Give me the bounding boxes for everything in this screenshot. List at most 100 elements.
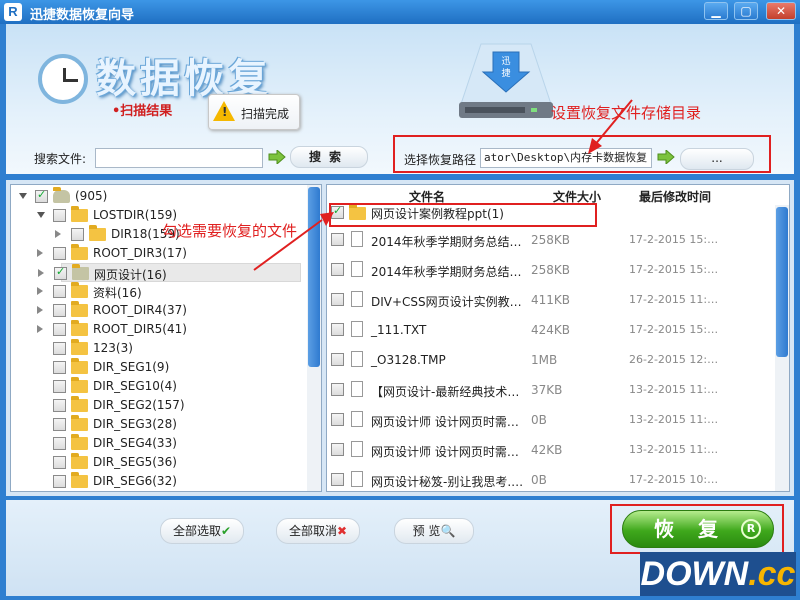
folder-icon bbox=[71, 377, 88, 393]
tree-item-label: 资料(16) bbox=[93, 286, 142, 300]
file-row[interactable]: 2014年秋季学期财务总结… 258KB 17-2-2015 15:… bbox=[327, 225, 775, 255]
expand-arrow-icon[interactable] bbox=[37, 249, 43, 257]
tree-item[interactable]: (905) bbox=[11, 187, 307, 206]
folder-icon bbox=[71, 358, 88, 374]
tree-item-checkbox[interactable] bbox=[53, 323, 66, 336]
file-name: 2014年秋季学期财务总结… bbox=[371, 235, 522, 249]
tree-item-checkbox[interactable] bbox=[53, 361, 66, 374]
file-row[interactable]: 【网页设计-最新经典技术… 37KB 13-2-2015 11:… bbox=[327, 375, 775, 405]
tree-item[interactable]: DIR_SEG2(157) bbox=[11, 396, 307, 415]
folder-icon bbox=[71, 206, 88, 222]
tree-item-checkbox[interactable] bbox=[71, 228, 84, 241]
tree-item-checkbox[interactable] bbox=[53, 304, 66, 317]
document-icon bbox=[351, 441, 363, 457]
watermark-logo: DOWN.cc bbox=[640, 552, 796, 596]
cross-icon: ✖ bbox=[336, 524, 348, 538]
deselect-all-button[interactable]: 全部取消✖ bbox=[276, 518, 360, 544]
tree-item-checkbox[interactable] bbox=[35, 188, 48, 203]
tree-item-checkbox[interactable] bbox=[53, 475, 66, 488]
file-row[interactable]: 网页设计秘笈-别让我思考.… 0B 17-2-2015 10:… bbox=[327, 465, 775, 491]
tree-item[interactable]: DIR_SEG1(9) bbox=[11, 358, 307, 377]
folder-icon bbox=[89, 225, 106, 241]
document-icon bbox=[351, 231, 363, 247]
title-bar[interactable]: R 迅捷数据恢复向导 ▁ ▢ ✕ bbox=[0, 0, 800, 24]
file-name: 网页设计秘笈-别让我思考.… bbox=[371, 475, 524, 489]
file-name: _O3128.TMP bbox=[371, 353, 446, 367]
file-checkbox[interactable] bbox=[331, 473, 344, 486]
tree-item-checkbox[interactable] bbox=[53, 285, 66, 298]
expand-arrow-icon[interactable] bbox=[37, 325, 43, 333]
file-size: 411KB bbox=[531, 293, 571, 307]
tree-item-checkbox[interactable] bbox=[53, 456, 66, 469]
folder-icon bbox=[71, 415, 88, 431]
file-date: 13-2-2015 11:… bbox=[629, 413, 719, 426]
tree-item-checkbox[interactable] bbox=[53, 247, 66, 260]
tree-item-label: ROOT_DIR4(37) bbox=[93, 303, 187, 317]
window-title: 迅捷数据恢复向导 bbox=[30, 8, 135, 23]
file-row[interactable]: _111.TXT 424KB 17-2-2015 15:… bbox=[327, 315, 775, 345]
file-date: 17-2-2015 11:… bbox=[629, 293, 719, 306]
tree-item-checkbox[interactable] bbox=[53, 342, 66, 355]
svg-text:迅: 迅 bbox=[501, 56, 510, 67]
browse-button[interactable]: ... bbox=[680, 148, 754, 170]
file-date: 17-2-2015 15:… bbox=[629, 323, 719, 336]
tree-item-label: ROOT_DIR3(17) bbox=[93, 246, 187, 260]
tree-item-checkbox[interactable] bbox=[54, 265, 67, 280]
folder-icon bbox=[71, 320, 88, 336]
collapse-arrow-icon[interactable] bbox=[19, 193, 27, 199]
maximize-button[interactable]: ▢ bbox=[734, 2, 758, 20]
tree-item-checkbox[interactable] bbox=[53, 437, 66, 450]
app-logo-icon: R bbox=[4, 3, 22, 21]
file-checkbox[interactable] bbox=[331, 443, 344, 456]
scan-status-bubble: ! 扫描完成 bbox=[208, 94, 300, 130]
tree-item[interactable]: DIR_SEG3(28) bbox=[11, 415, 307, 434]
file-name: 2014年秋季学期财务总结… bbox=[371, 265, 522, 279]
tree-item-checkbox[interactable] bbox=[53, 209, 66, 222]
preview-button[interactable]: 预 览🔍 bbox=[394, 518, 474, 544]
expand-arrow-icon[interactable] bbox=[38, 269, 44, 277]
collapse-arrow-icon[interactable] bbox=[37, 212, 45, 218]
file-checkbox[interactable] bbox=[331, 413, 344, 426]
file-list[interactable]: 文件名 文件大小 最后修改时间 网页设计案例教程ppt(1)2014年秋季学期财… bbox=[326, 184, 790, 492]
tree-item[interactable]: 123(3) bbox=[11, 339, 307, 358]
tree-item[interactable]: 资料(16) bbox=[11, 282, 307, 301]
expand-arrow-icon[interactable] bbox=[55, 230, 61, 238]
search-input[interactable] bbox=[95, 148, 263, 168]
tree-item[interactable]: DIR_SEG5(36) bbox=[11, 453, 307, 472]
file-checkbox[interactable] bbox=[331, 323, 344, 336]
tree-item[interactable]: ROOT_DIR5(41) bbox=[11, 320, 307, 339]
file-checkbox[interactable] bbox=[331, 353, 344, 366]
close-button[interactable]: ✕ bbox=[766, 2, 796, 20]
file-list-scrollbar[interactable] bbox=[775, 205, 789, 491]
drive-icon bbox=[53, 187, 70, 203]
tree-item[interactable]: ROOT_DIR4(37) bbox=[11, 301, 307, 320]
file-row[interactable]: 网页设计师 设计网页时需… 0B 13-2-2015 11:… bbox=[327, 405, 775, 435]
select-all-button[interactable]: 全部选取✔ bbox=[160, 518, 244, 544]
recover-button[interactable]: 恢复 R bbox=[622, 510, 774, 548]
document-icon bbox=[351, 471, 363, 487]
file-checkbox[interactable] bbox=[331, 383, 344, 396]
folder-icon bbox=[71, 244, 88, 260]
scrollbar-thumb[interactable] bbox=[776, 207, 788, 357]
file-row[interactable]: _O3128.TMP 1MB 26-2-2015 12:… bbox=[327, 345, 775, 375]
check-icon: ✔ bbox=[220, 524, 232, 538]
file-row[interactable]: 网页设计师 设计网页时需… 42KB 13-2-2015 11:… bbox=[327, 435, 775, 465]
file-size: 258KB bbox=[531, 263, 571, 277]
file-date: 13-2-2015 11:… bbox=[629, 383, 719, 396]
tree-item[interactable]: DIR_SEG10(4) bbox=[11, 377, 307, 396]
expand-arrow-icon[interactable] bbox=[37, 306, 43, 314]
svg-text:捷: 捷 bbox=[501, 67, 510, 79]
annotation-arrow-icon bbox=[588, 99, 633, 154]
tree-item-checkbox[interactable] bbox=[53, 399, 66, 412]
tree-item[interactable]: DIR_SEG4(33) bbox=[11, 434, 307, 453]
tree-item-checkbox[interactable] bbox=[53, 418, 66, 431]
file-checkbox[interactable] bbox=[331, 293, 344, 306]
file-row[interactable]: DIV+CSS网页设计实例教… 411KB 17-2-2015 11:… bbox=[327, 285, 775, 315]
search-button[interactable]: 搜索 bbox=[290, 146, 368, 168]
annotation-arrow-icon bbox=[253, 212, 334, 271]
tree-item[interactable]: DIR_SEG6(32) bbox=[11, 472, 307, 491]
expand-arrow-icon[interactable] bbox=[37, 287, 43, 295]
tree-item-checkbox[interactable] bbox=[53, 380, 66, 393]
minimize-button[interactable]: ▁ bbox=[704, 2, 728, 20]
file-row[interactable]: 2014年秋季学期财务总结… 258KB 17-2-2015 15:… bbox=[327, 255, 775, 285]
